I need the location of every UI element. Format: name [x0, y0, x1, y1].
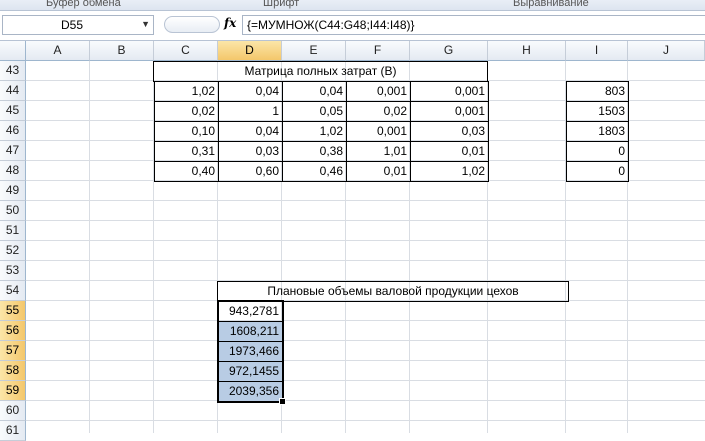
- matrix-cell[interactable]: 1,01: [346, 141, 411, 162]
- row-header-55[interactable]: 55: [0, 301, 26, 321]
- row-header-52[interactable]: 52: [0, 241, 26, 261]
- gridline-vertical: [89, 61, 90, 433]
- matrix-cell[interactable]: 0,03: [218, 141, 283, 162]
- gridline-horizontal: [26, 340, 705, 341]
- matrix-cell[interactable]: 1: [218, 101, 283, 122]
- chevron-down-icon[interactable]: ▼: [141, 19, 150, 29]
- column-header-f[interactable]: F: [346, 41, 410, 61]
- matrix-cell[interactable]: 0,04: [282, 81, 347, 102]
- select-all-button[interactable]: [0, 41, 26, 61]
- matrix-cell[interactable]: 0,001: [410, 81, 489, 102]
- fill-handle[interactable]: [279, 398, 286, 405]
- result-cell[interactable]: 2039,356: [218, 381, 283, 402]
- gridline-horizontal: [26, 380, 705, 381]
- vector-cell[interactable]: 1803: [566, 121, 629, 142]
- row-header-49[interactable]: 49: [0, 181, 26, 201]
- row-header-59[interactable]: 59: [0, 381, 26, 401]
- row-header-61[interactable]: 61: [0, 421, 26, 441]
- matrix-cell[interactable]: 1,02: [154, 81, 219, 102]
- matrix-cell[interactable]: 0,001: [346, 81, 411, 102]
- row-header-50[interactable]: 50: [0, 201, 26, 221]
- name-box-value: D55: [61, 18, 84, 32]
- row-header-44[interactable]: 44: [0, 81, 26, 101]
- formula-input[interactable]: {=МУМНОЖ(C44:G48;I44:I48)}: [242, 15, 705, 35]
- matrix-cell[interactable]: 0,46: [282, 161, 347, 182]
- gridline-horizontal: [26, 240, 705, 241]
- gridline-horizontal: [26, 200, 705, 201]
- result-cell[interactable]: 1973,466: [218, 341, 283, 362]
- row-header-60[interactable]: 60: [0, 401, 26, 421]
- row-header-51[interactable]: 51: [0, 221, 26, 241]
- row-header-48[interactable]: 48: [0, 161, 26, 181]
- matrix-cell[interactable]: 0,38: [282, 141, 347, 162]
- ribbon-group-clipboard: Буфер обмена: [46, 0, 121, 9]
- gridline-horizontal: [26, 360, 705, 361]
- vector-cell[interactable]: 0: [566, 161, 629, 182]
- insert-function-icon[interactable]: fx: [224, 16, 236, 30]
- matrix-cell[interactable]: 0,60: [218, 161, 283, 182]
- column-header-g[interactable]: G: [410, 41, 488, 61]
- column-header-j[interactable]: J: [628, 41, 705, 61]
- formula-controls: fx: [160, 15, 240, 35]
- matrix-title[interactable]: Матрица полных затрат (B): [153, 61, 488, 82]
- row-header-47[interactable]: 47: [0, 141, 26, 161]
- matrix-cell[interactable]: 0,04: [218, 121, 283, 142]
- gridline-horizontal: [26, 220, 705, 221]
- vector-cell[interactable]: 1503: [566, 101, 629, 122]
- matrix-cell[interactable]: 0,001: [410, 101, 489, 122]
- formula-bar-handle[interactable]: [164, 16, 220, 33]
- matrix-cell[interactable]: 0,02: [154, 101, 219, 122]
- matrix-cell[interactable]: 0,01: [346, 161, 411, 182]
- matrix-cell[interactable]: 0,05: [282, 101, 347, 122]
- column-header-a[interactable]: A: [26, 41, 90, 61]
- row-header-56[interactable]: 56: [0, 321, 26, 341]
- row-header-54[interactable]: 54: [0, 281, 26, 301]
- row-header-46[interactable]: 46: [0, 121, 26, 141]
- ribbon-group-font: Шрифт: [263, 0, 300, 9]
- name-box[interactable]: D55 ▼: [2, 15, 154, 35]
- column-header-b[interactable]: B: [90, 41, 154, 61]
- matrix-cell[interactable]: 0,001: [346, 121, 411, 142]
- matrix-cell[interactable]: 1,02: [410, 161, 489, 182]
- column-header-e[interactable]: E: [282, 41, 346, 61]
- column-header-i[interactable]: I: [566, 41, 628, 61]
- result-cell[interactable]: 972,1455: [218, 361, 283, 382]
- row-header-53[interactable]: 53: [0, 261, 26, 281]
- gridline-horizontal: [26, 420, 705, 421]
- row-header-43[interactable]: 43: [0, 61, 26, 81]
- row-header-45[interactable]: 45: [0, 101, 26, 121]
- row-header-57[interactable]: 57: [0, 341, 26, 361]
- vector-cell[interactable]: 0: [566, 141, 629, 162]
- matrix-cell[interactable]: 0,04: [218, 81, 283, 102]
- formula-bar: D55 ▼ fx {=МУМНОЖ(C44:G48;I44:I48)}: [0, 11, 705, 41]
- gridline-horizontal: [26, 400, 705, 401]
- worksheet-grid[interactable]: Матрица полных затрат (B) 1,02 0,04 0,04 0,…: [26, 61, 705, 433]
- vector-cell[interactable]: 803: [566, 81, 629, 102]
- gridline-horizontal: [26, 260, 705, 261]
- active-cell[interactable]: 943,2781: [218, 301, 283, 322]
- ribbon-group-alignment: Выравнивание: [513, 0, 589, 9]
- column-header-c[interactable]: C: [154, 41, 218, 61]
- matrix-cell[interactable]: 0,03: [410, 121, 489, 142]
- matrix-cell[interactable]: 0,40: [154, 161, 219, 182]
- formula-text: {=МУМНОЖ(C44:G48;I44:I48)}: [247, 18, 415, 32]
- result-title[interactable]: Плановые объемы валовой продукции цехов: [217, 281, 569, 302]
- matrix-cell[interactable]: 0,02: [346, 101, 411, 122]
- row-header-58[interactable]: 58: [0, 361, 26, 381]
- matrix-cell[interactable]: 0,01: [410, 141, 489, 162]
- matrix-cell[interactable]: 0,31: [154, 141, 219, 162]
- matrix-cell[interactable]: 1,02: [282, 121, 347, 142]
- column-header-d[interactable]: D: [218, 41, 282, 61]
- matrix-cell[interactable]: 0,10: [154, 121, 219, 142]
- ribbon-group-labels: Буфер обмена Шрифт Выравнивание: [0, 0, 705, 11]
- column-header-h[interactable]: H: [488, 41, 566, 61]
- result-cell[interactable]: 1608,211: [218, 321, 283, 342]
- gridline-horizontal: [26, 320, 705, 321]
